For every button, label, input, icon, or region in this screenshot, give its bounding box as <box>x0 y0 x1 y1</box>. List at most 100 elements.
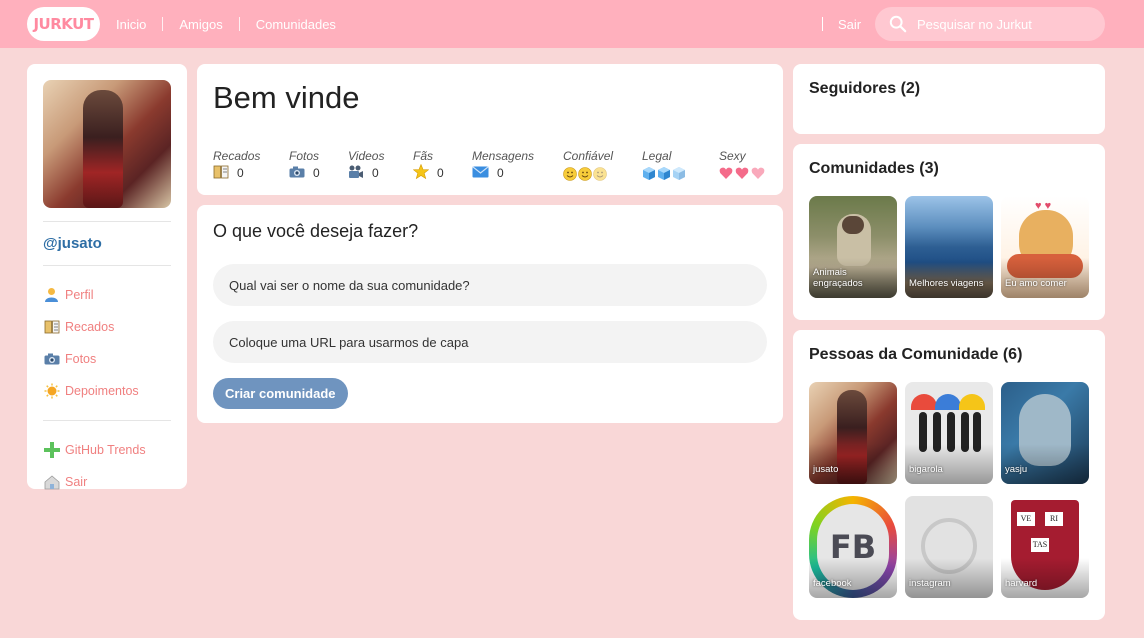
envelope-icon <box>472 165 489 181</box>
logo[interactable]: JURKUT <box>27 7 100 41</box>
person-tile[interactable]: instagram <box>905 496 993 598</box>
rating-confiavel[interactable]: Confiável <box>563 149 642 181</box>
rating-legal[interactable]: Legal <box>642 149 719 181</box>
sidebar-item-label: Depoimentos <box>65 384 139 398</box>
logout-link[interactable]: Sair <box>838 17 861 32</box>
community-tile[interactable]: ♥ ♥ Eu amo comer <box>1001 196 1089 298</box>
stat-fas[interactable]: Fãs 0 <box>412 149 472 182</box>
nav-amigos[interactable]: Amigos <box>179 17 222 32</box>
top-bar: JURKUT Inicio Amigos Comunidades Sair <box>0 0 1144 48</box>
nav-divider <box>822 17 823 31</box>
create-community-card: O que você deseja fazer? Criar comunidad… <box>197 205 783 423</box>
stat-value: 0 <box>372 166 379 180</box>
stat-value: 0 <box>237 166 244 180</box>
communities-title[interactable]: Comunidades (3) <box>809 160 1089 178</box>
search-box[interactable] <box>875 7 1105 41</box>
create-community-button[interactable]: Criar comunidade <box>213 378 348 409</box>
welcome-card: Bem vinde Recados 0 Fotos 0 Videos 0 Fãs… <box>197 64 783 195</box>
rating-label: Sexy <box>719 149 746 163</box>
sidebar-item-recados[interactable]: Recados <box>43 311 171 343</box>
stat-label: Mensagens <box>472 149 535 163</box>
sidebar-item-label: Fotos <box>65 352 97 366</box>
divider <box>43 265 171 266</box>
rating-label: Legal <box>642 149 672 163</box>
camera-icon <box>289 166 305 181</box>
stat-label: Recados <box>213 149 261 163</box>
communities-card: Comunidades (3) Animais engraçados Melho… <box>793 144 1105 320</box>
book-icon: VE <box>1017 512 1035 526</box>
stats-row: Recados 0 Fotos 0 Videos 0 Fãs 0 Mensage… <box>213 149 779 181</box>
person-name: bigarola <box>909 464 943 475</box>
sidebar-item-github-trends[interactable]: GitHub Trends <box>43 434 171 466</box>
people-grid: jusato bigarola yasju FB facebook instag… <box>809 382 1089 598</box>
sidebar-item-perfil[interactable]: Perfil <box>43 279 171 311</box>
community-name: Melhores viagens <box>909 278 984 289</box>
book-icon <box>213 165 229 182</box>
book-icon <box>43 319 60 336</box>
person-tile[interactable]: yasju <box>1001 382 1089 484</box>
community-people-card: Pessoas da Comunidade (6) jusato bigarol… <box>793 330 1105 620</box>
ice-cube-icon <box>643 166 685 180</box>
search-icon <box>889 15 907 33</box>
community-tile[interactable]: Melhores viagens <box>905 196 993 298</box>
stat-label: Fãs <box>413 149 434 163</box>
person-tile[interactable]: FB facebook <box>809 496 897 598</box>
sidebar-item-label: GitHub Trends <box>65 443 146 457</box>
sidebar-item-depoimentos[interactable]: Depoimentos <box>43 375 171 407</box>
sidebar-item-label: Recados <box>65 320 115 334</box>
person-name: yasju <box>1005 464 1028 475</box>
person-tile[interactable]: jusato <box>809 382 897 484</box>
rating-sexy[interactable]: Sexy <box>719 149 779 181</box>
profile-sidebar: @jusato Perfil Recados Fotos Depoimentos… <box>27 64 187 490</box>
stat-fotos[interactable]: Fotos 0 <box>289 149 348 181</box>
nav-inicio[interactable]: Inicio <box>116 17 146 32</box>
username[interactable]: @jusato <box>43 235 171 252</box>
community-url-input[interactable] <box>213 321 767 363</box>
avatar-figure <box>83 90 123 208</box>
community-tile[interactable]: Animais engraçados <box>809 196 897 298</box>
umbrella-icon <box>911 394 937 410</box>
stat-value: 0 <box>437 166 444 180</box>
person-name: facebook <box>813 578 852 589</box>
search-input[interactable] <box>917 16 1097 32</box>
divider <box>43 420 171 421</box>
person-tile[interactable]: bigarola <box>905 382 993 484</box>
stat-value: 0 <box>497 166 504 180</box>
video-camera-icon <box>348 165 364 182</box>
sidebar-item-label: Sair <box>65 475 88 489</box>
heart-icon: ♥ ♥ <box>1035 200 1052 212</box>
person-name: jusato <box>813 464 839 475</box>
camera-icon <box>43 351 60 368</box>
person-tile[interactable]: VE RI TAS harvard <box>1001 496 1089 598</box>
stat-mensagens[interactable]: Mensagens 0 <box>472 149 563 181</box>
user-icon <box>43 287 60 304</box>
create-title: O que você deseja fazer? <box>213 221 419 241</box>
plus-icon <box>43 442 60 459</box>
community-name: Animais engraçados <box>813 267 863 289</box>
followers-title[interactable]: Seguidores (2) <box>809 80 1089 98</box>
logout-icon <box>43 474 60 491</box>
stat-videos[interactable]: Videos 0 <box>348 149 413 181</box>
followers-card: Seguidores (2) <box>793 64 1105 134</box>
sidebar-item-fotos[interactable]: Fotos <box>43 343 171 375</box>
communities-grid: Animais engraçados Melhores viagens ♥ ♥ … <box>809 196 1089 298</box>
person-name: instagram <box>909 578 951 589</box>
sidebar-item-sair[interactable]: Sair <box>43 466 171 498</box>
community-name-input[interactable] <box>213 264 767 306</box>
stat-label: Videos <box>348 149 385 163</box>
stat-recados[interactable]: Recados 0 <box>213 149 289 181</box>
sidebar-item-label: Perfil <box>65 288 94 302</box>
book-icon: TAS <box>1031 538 1049 552</box>
heart-icon <box>719 167 765 179</box>
nav-comunidades[interactable]: Comunidades <box>256 17 336 32</box>
avatar[interactable] <box>43 80 171 208</box>
tile-image <box>842 216 864 234</box>
people-title[interactable]: Pessoas da Comunidade (6) <box>809 346 1089 364</box>
nav-divider <box>162 17 164 31</box>
umbrella-icon <box>935 394 961 410</box>
umbrella-icon <box>959 394 985 410</box>
stat-value: 0 <box>313 166 320 180</box>
book-icon: RI <box>1045 512 1063 526</box>
divider <box>43 221 171 222</box>
star-icon <box>412 163 430 182</box>
